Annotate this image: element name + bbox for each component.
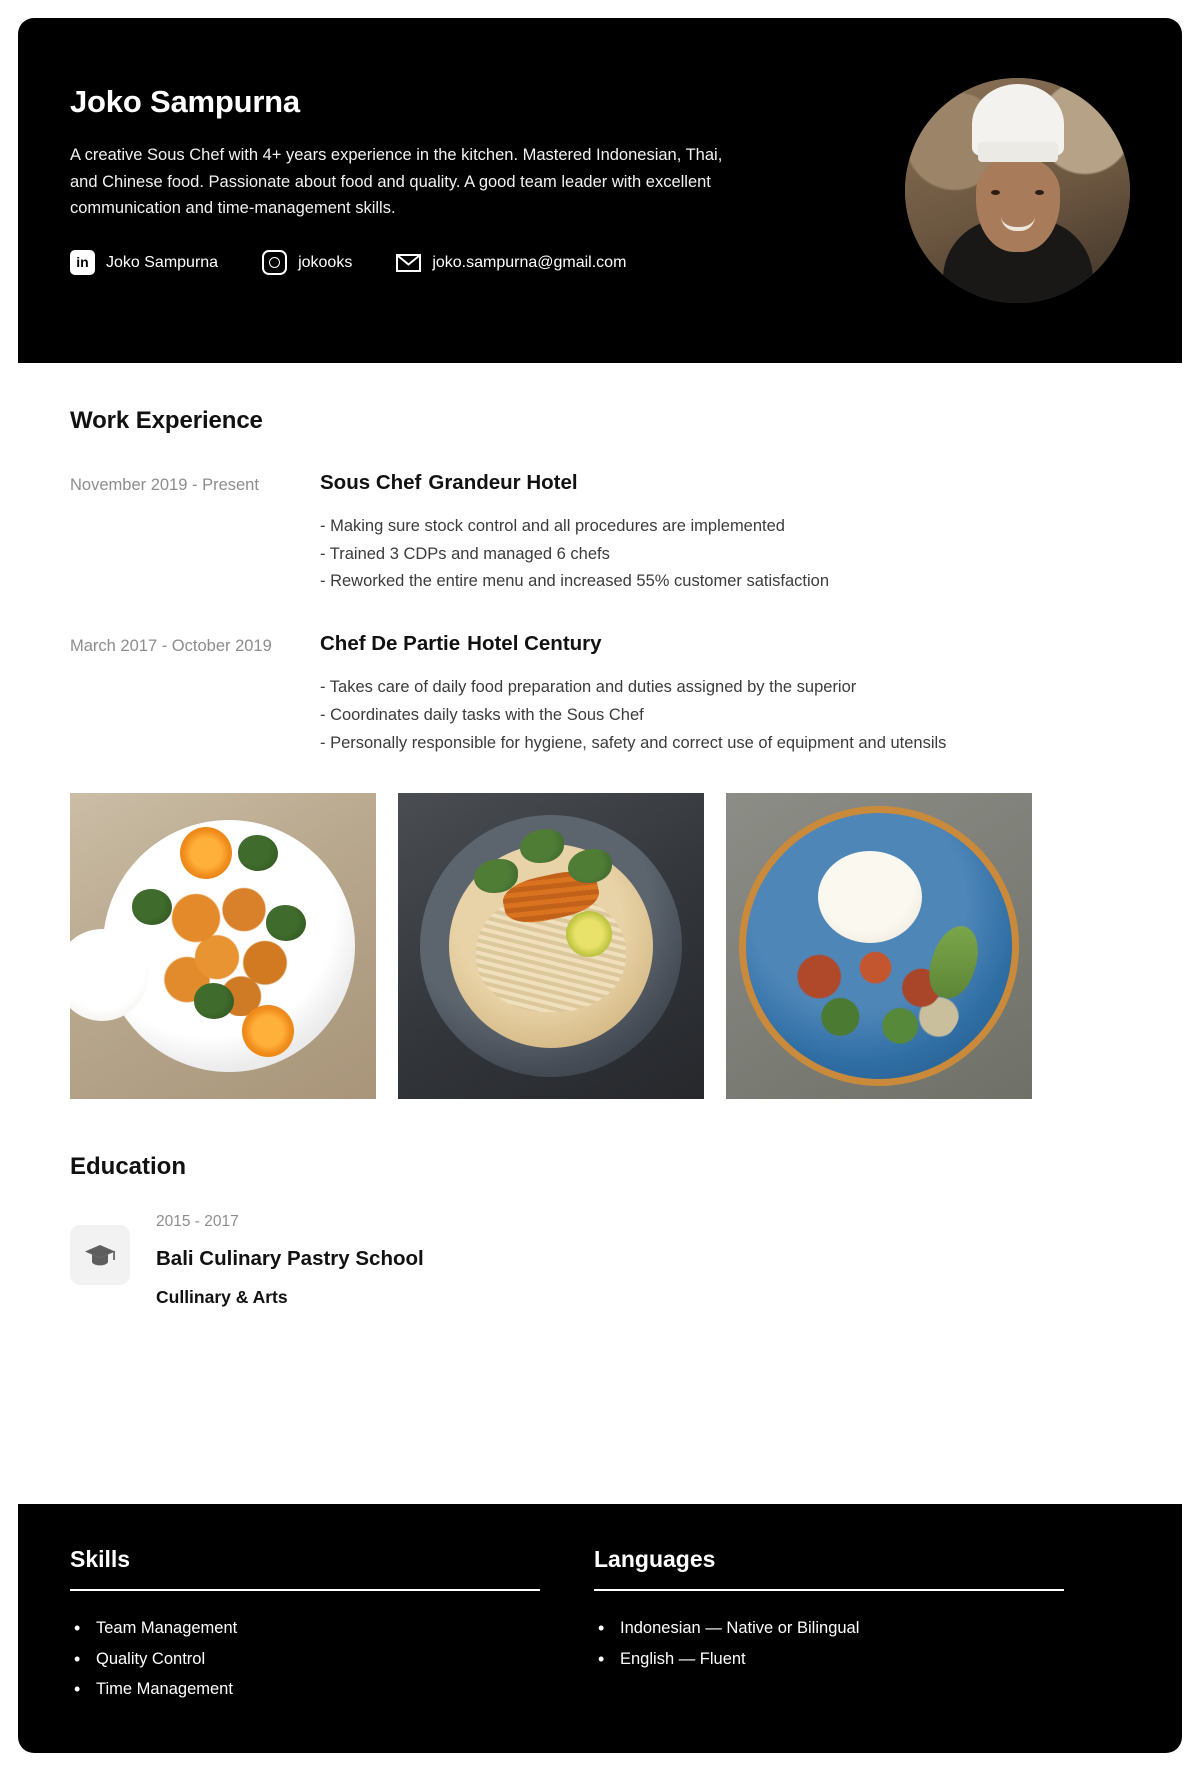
contact-instagram[interactable]: jokooks <box>262 250 353 276</box>
contact-instagram-label: jokooks <box>298 253 353 271</box>
dish-photo-gallery <box>70 793 1130 1100</box>
job-company: Grandeur Hotel <box>428 471 578 494</box>
skills-divider <box>70 1589 540 1592</box>
job-company: Hotel Century <box>467 632 602 656</box>
profile-summary: A creative Sous Chef with 4+ years exper… <box>70 146 723 218</box>
education-major: Cullinary & Arts <box>156 1287 288 1308</box>
education-years: 2015 - 2017 <box>156 1213 239 1231</box>
languages-heading: Languages <box>594 1546 716 1573</box>
languages-divider <box>594 1589 1064 1592</box>
contact-row: in Joko Sampurna jokooks joko.sampurna@g… <box>70 250 800 276</box>
skills-column: Skills Team Management Quality Control T… <box>70 1546 540 1707</box>
page-title: Joko Sampurna <box>70 84 300 119</box>
education-heading: Education <box>70 1153 187 1181</box>
work-experience-heading: Work Experience <box>70 407 263 434</box>
job-bullet: - Personally responsible for hygiene, sa… <box>320 733 947 752</box>
languages-list: Indonesian — Native or Bilingual English… <box>594 1612 1064 1676</box>
list-item: Indonesian — Native or Bilingual <box>594 1612 1064 1645</box>
email-icon <box>396 250 422 275</box>
job-bullet: - Making sure stock control and all proc… <box>320 517 785 535</box>
contact-linkedin-label: Joko Sampurna <box>106 253 219 271</box>
skills-heading: Skills <box>70 1546 131 1573</box>
job-role: Chef De Partie <box>320 632 461 656</box>
resume-sheet: Joko Sampurna A creative Sous Chef with … <box>18 18 1182 1753</box>
skills-list: Team Management Quality Control Time Man… <box>70 1612 540 1707</box>
job-role: Sous Chef <box>320 471 422 494</box>
graduation-cap-icon <box>70 1225 130 1286</box>
job-bullet: - Trained 3 CDPs and managed 6 chefs <box>320 544 610 563</box>
job-bullet-list: - Takes care of daily food preparation a… <box>320 674 1130 757</box>
dish-photo-rice-plate <box>726 793 1032 1100</box>
job-date: March 2017 - October 2019 <box>70 637 272 656</box>
header-text-block: Joko Sampurna A creative Sous Chef with … <box>70 74 800 276</box>
resume-footer: Skills Team Management Quality Control T… <box>18 1504 1182 1753</box>
job-bullet: - Takes care of daily food preparation a… <box>320 678 857 697</box>
instagram-icon <box>262 250 288 276</box>
linkedin-icon: in <box>70 250 95 276</box>
resume-page: Joko Sampurna A creative Sous Chef with … <box>0 0 1200 1771</box>
languages-column: Languages Indonesian — Native or Bilingu… <box>594 1546 1064 1705</box>
list-item: Time Management <box>70 1674 540 1707</box>
avatar <box>905 78 1130 303</box>
resume-header: Joko Sampurna A creative Sous Chef with … <box>18 18 1182 363</box>
job-title-line: Sous Chef Grandeur Hotel <box>320 471 1130 495</box>
contact-email-label: joko.sampurna@gmail.com <box>432 253 627 271</box>
education-text-block: 2015 - 2017 Bali Culinary Pastry School … <box>156 1211 424 1308</box>
education-entry: 2015 - 2017 Bali Culinary Pastry School … <box>70 1211 1130 1308</box>
dish-photo-noodle-soup <box>398 793 704 1100</box>
list-item: Team Management <box>70 1612 540 1645</box>
job-title-line: Chef De Partie Hotel Century <box>320 632 1130 656</box>
list-item: English — Fluent <box>594 1643 1064 1676</box>
contact-linkedin[interactable]: in Joko Sampurna <box>70 250 219 276</box>
education-school: Bali Culinary Pastry School <box>156 1247 424 1271</box>
job-entry: November 2019 - Present Sous Chef Grandeu… <box>70 471 1130 596</box>
job-details: Chef De Partie Hotel Century - Takes care… <box>320 632 1130 757</box>
dish-photo-orange-chicken <box>70 793 376 1100</box>
list-item: Quality Control <box>70 1643 540 1676</box>
job-bullet: - Coordinates daily tasks with the Sous … <box>320 705 644 724</box>
job-bullet: - Reworked the entire menu and increased… <box>320 572 830 591</box>
job-entry: March 2017 - October 2019 Chef De Partie… <box>70 632 1130 757</box>
resume-body: Work Experience November 2019 - Present … <box>18 363 1182 1505</box>
job-date: November 2019 - Present <box>70 476 259 494</box>
job-details: Sous Chef Grandeur Hotel - Making sure st… <box>320 471 1130 596</box>
job-bullet-list: - Making sure stock control and all proc… <box>320 513 1130 596</box>
contact-email[interactable]: joko.sampurna@gmail.com <box>396 250 626 275</box>
